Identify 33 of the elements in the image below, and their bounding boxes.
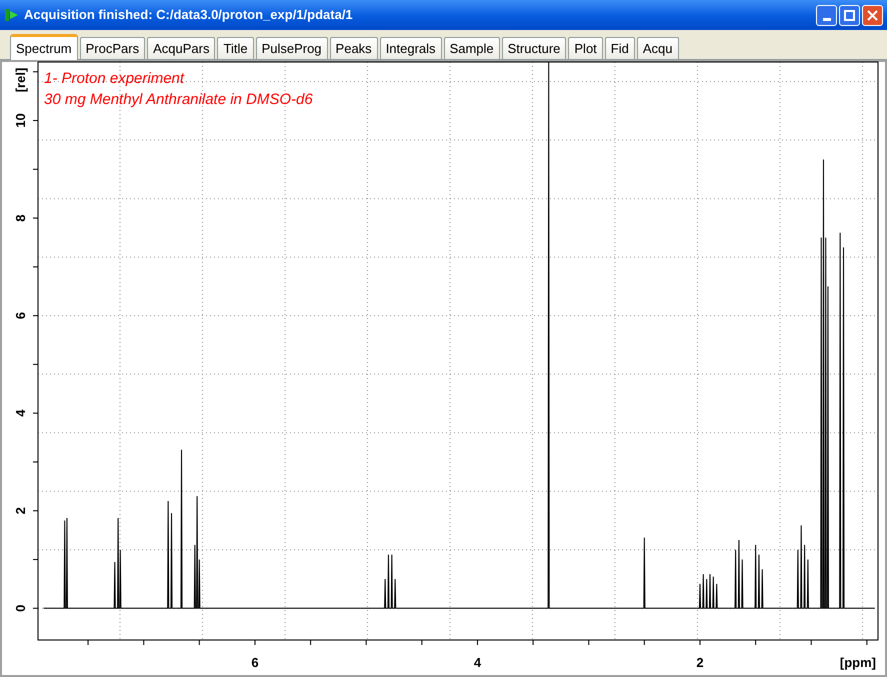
spectrum-title: 1- Proton experiment bbox=[44, 70, 184, 87]
maximize-button[interactable] bbox=[839, 4, 860, 26]
tab[interactable]: Sample bbox=[444, 37, 500, 59]
minimize-button[interactable] bbox=[816, 4, 837, 26]
x-tick-label: 6 bbox=[251, 655, 259, 670]
tab[interactable]: PulseProg bbox=[256, 37, 328, 59]
tab[interactable]: Fid bbox=[604, 37, 635, 59]
maximize-icon bbox=[844, 10, 855, 20]
tab[interactable]: Plot bbox=[568, 37, 603, 59]
y-tick-label: 6 bbox=[13, 312, 28, 320]
y-axis-label: [rel] bbox=[13, 68, 28, 92]
tab[interactable]: Integrals bbox=[380, 37, 442, 59]
tab[interactable]: Spectrum bbox=[10, 34, 78, 60]
window-title: Acquisition finished: C:/data3.0/proton_exp/1/pdata/1 bbox=[24, 6, 353, 24]
tab[interactable]: Acqu bbox=[636, 37, 678, 59]
y-tick-label: 10 bbox=[13, 113, 28, 128]
close-button[interactable] bbox=[862, 4, 883, 26]
x-tick-label: 4 bbox=[474, 655, 482, 670]
app-icon bbox=[4, 7, 20, 23]
y-tick-label: 0 bbox=[13, 604, 28, 612]
y-tick-label: 8 bbox=[13, 214, 28, 222]
tab[interactable]: Structure bbox=[502, 37, 566, 59]
x-tick-label: 2 bbox=[696, 655, 704, 670]
tab[interactable]: Title bbox=[217, 37, 254, 59]
tab[interactable]: AcquPars bbox=[147, 37, 216, 59]
tab[interactable]: ProcPars bbox=[80, 37, 146, 59]
tab[interactable]: Peaks bbox=[330, 37, 378, 59]
y-tick-label: 2 bbox=[13, 507, 28, 514]
x-axis-label: [ppm] bbox=[840, 655, 876, 670]
close-icon bbox=[867, 10, 878, 20]
minimize-icon bbox=[822, 18, 830, 20]
spectrum-title: 30 mg Menthyl Anthranilate in DMSO-d6 bbox=[44, 91, 313, 108]
y-tick-label: 4 bbox=[13, 410, 28, 417]
